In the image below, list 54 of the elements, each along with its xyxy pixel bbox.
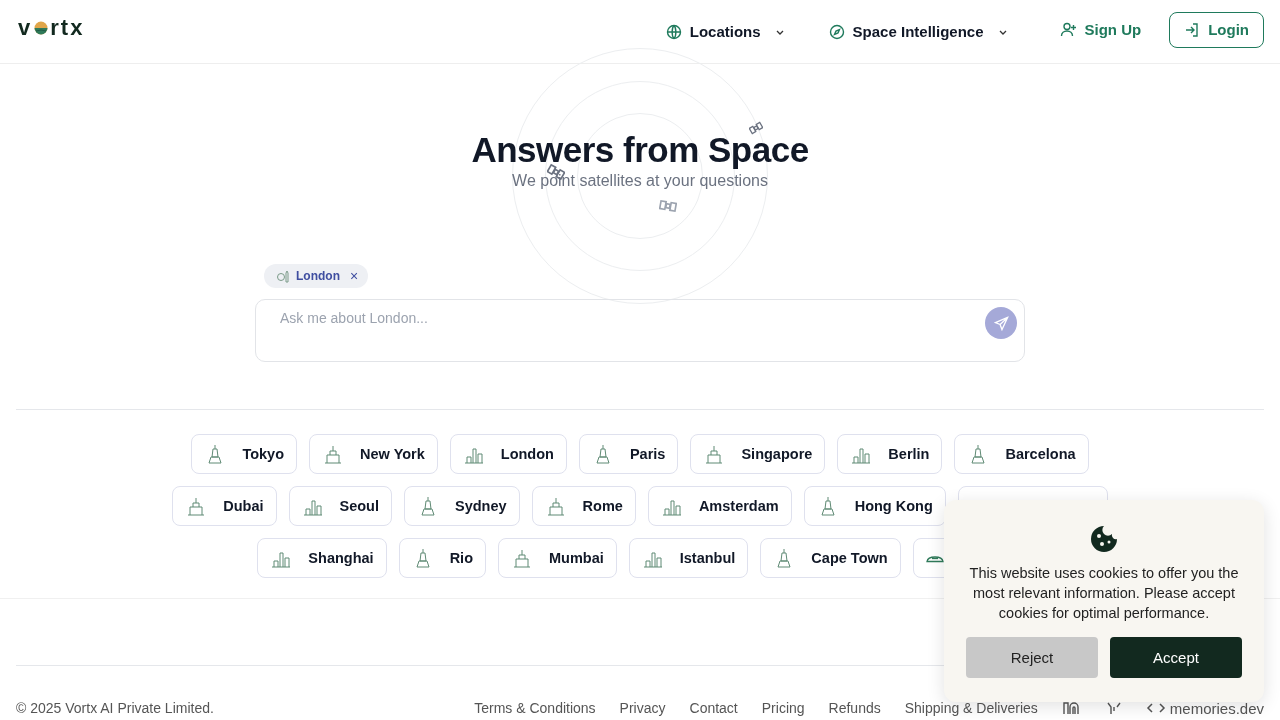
- city-chip[interactable]: Singapore: [690, 434, 826, 474]
- landmark-icon: [925, 553, 944, 563]
- city-chip[interactable]: Rome: [531, 486, 636, 526]
- city-chip[interactable]: Seoul: [288, 486, 392, 526]
- memories-link[interactable]: memories.dev: [1145, 699, 1264, 717]
- satellite-icon: [659, 197, 677, 215]
- login-button[interactable]: Login: [1169, 11, 1264, 48]
- city-chip[interactable]: Mumbai: [498, 538, 617, 578]
- send-icon: [993, 315, 1009, 331]
- question-field[interactable]: Ask me about London...: [255, 299, 1025, 362]
- landmark-icon: [276, 269, 290, 283]
- globe-icon: [665, 23, 682, 40]
- footer-link[interactable]: Shipping & Deliveries: [904, 700, 1038, 716]
- city-chip[interactable]: Rio: [398, 538, 486, 578]
- nav-menu[interactable]: Space Intelligence: [818, 17, 1018, 46]
- footer-link[interactable]: Terms & Conditions: [474, 700, 596, 716]
- city-chip[interactable]: Istanbul: [628, 538, 749, 578]
- compass-icon: [828, 23, 845, 40]
- remove-button[interactable]: ×: [346, 268, 359, 284]
- login-icon: [1184, 21, 1201, 38]
- footer-link[interactable]: Privacy: [619, 700, 666, 716]
- city-chip[interactable]: New York: [309, 434, 438, 474]
- hero-title: Answers from Space: [471, 130, 809, 170]
- copyright-text: © 2025 Vortx AI Private Limited.: [16, 700, 214, 716]
- city-chip[interactable]: Amsterdam: [647, 486, 792, 526]
- accept-button[interactable]: Accept: [1110, 637, 1242, 678]
- cookie-message: This website uses cookies to offer you the most relevant information. Please accept cookies for optimal performance.: [968, 564, 1240, 623]
- footer-link[interactable]: Contact: [689, 700, 738, 716]
- city-chip[interactable]: Sydney: [404, 486, 520, 526]
- sign-up-button[interactable]: Sign Up: [1047, 13, 1154, 46]
- city-chip[interactable]: Tokyo: [191, 434, 298, 474]
- globe-logo-icon: [34, 20, 49, 35]
- satellite-icon: [749, 121, 763, 135]
- city-chip[interactable]: Cape Town: [760, 538, 901, 578]
- arch-icon[interactable]: [1061, 701, 1082, 715]
- city-chip[interactable]: Barcelona: [954, 434, 1089, 474]
- footer-link[interactable]: Pricing: [761, 700, 805, 716]
- city-chip[interactable]: Berlin: [837, 434, 943, 474]
- city-chip[interactable]: Dubai: [172, 486, 277, 526]
- city-chip[interactable]: Paris: [578, 434, 679, 474]
- logo-text[interactable]: v: [18, 14, 33, 41]
- add-user-icon: [1059, 21, 1077, 38]
- reject-button[interactable]: Reject: [966, 637, 1098, 678]
- city-chip[interactable]: London: [449, 434, 567, 474]
- code-icon: [1145, 701, 1166, 715]
- cookie-icon: [1090, 525, 1118, 553]
- city-chip[interactable]: Hong Kong: [803, 486, 946, 526]
- nav-menu[interactable]: Locations: [655, 17, 795, 46]
- city-chip[interactable]: Shanghai: [257, 538, 387, 578]
- landmark-icon: [511, 547, 533, 569]
- footer-link[interactable]: Refunds: [828, 700, 881, 716]
- logo-text[interactable]: rtx: [50, 14, 85, 41]
- hero-subtitle: We point satellites at your questions: [512, 172, 768, 190]
- chip-label: London: [296, 269, 340, 283]
